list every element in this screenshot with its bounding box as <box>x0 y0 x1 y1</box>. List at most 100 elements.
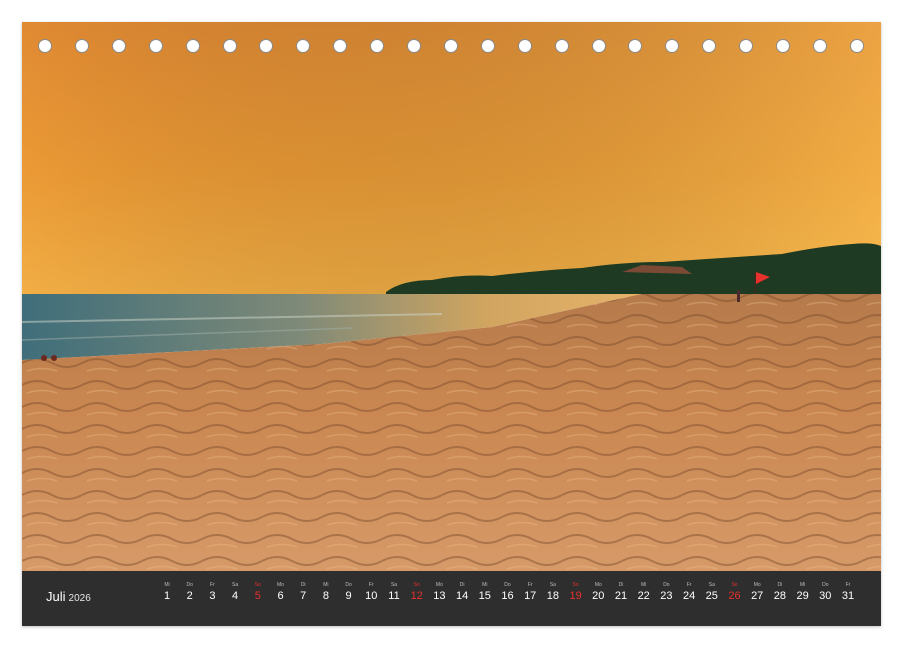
binding-hole <box>296 39 311 53</box>
day-cell: Do 2 <box>179 581 201 603</box>
day-cell: Mi 22 <box>633 581 655 603</box>
day-number: 24 <box>682 590 696 602</box>
binding-hole <box>222 39 237 53</box>
day-number: 14 <box>455 590 469 602</box>
day-number: 25 <box>705 590 718 602</box>
day-number: 2 <box>186 590 193 602</box>
day-number: 5 <box>254 590 261 602</box>
weekday-label: Di <box>459 582 465 588</box>
day-number: 31 <box>841 590 855 602</box>
binding-hole <box>38 39 52 53</box>
day-cell: Do 23 <box>655 581 677 603</box>
binding-hole <box>739 39 754 53</box>
day-cell: Mo 6 <box>270 581 292 603</box>
weekday-label: So <box>572 582 579 588</box>
binding-hole <box>849 39 864 53</box>
binding-hole <box>702 39 717 53</box>
day-cell: Sa 25 <box>701 581 723 603</box>
day-cell: Fr 17 <box>519 581 541 603</box>
weekday-label: So <box>731 582 738 588</box>
day-number: 18 <box>546 590 560 602</box>
day-number: 15 <box>478 590 491 602</box>
weekday-label: Mi <box>799 582 806 588</box>
binding-hole <box>74 39 89 53</box>
weekday-label: Fr <box>368 582 374 588</box>
weekday-label: Sa <box>232 582 239 588</box>
day-number: 28 <box>773 590 787 602</box>
weekday-label: Mo <box>753 582 761 588</box>
day-cell: Fr 24 <box>678 581 700 603</box>
weekday-label: Mi <box>482 582 488 588</box>
binding-hole <box>370 39 385 53</box>
day-number: 27 <box>751 590 764 602</box>
day-number: 7 <box>300 590 307 602</box>
weekday-label: Do <box>663 582 670 588</box>
day-number: 11 <box>388 590 400 602</box>
day-cell: Mi 8 <box>315 581 337 603</box>
weekday-label: Sa <box>708 582 715 588</box>
weekday-label: Do <box>822 582 829 588</box>
day-number: 4 <box>232 590 239 602</box>
day-cell: Di 28 <box>769 581 791 603</box>
day-number: 29 <box>796 590 809 602</box>
weekday-label: Di <box>777 582 783 588</box>
binding-hole <box>480 39 495 53</box>
calendar-strip: Juli 2026 Mi 1 Do 2 Fr 3 Sa 4 So 5 Mo 6 Di 7 Mi 8 Do 9 Fr 10… <box>22 571 881 626</box>
binding-hole <box>443 39 458 53</box>
day-number: 19 <box>569 590 582 602</box>
binding-hole <box>185 39 200 53</box>
day-cell: Di 14 <box>451 581 473 603</box>
binding-hole <box>407 39 421 53</box>
weekday-label: Mi <box>323 582 329 588</box>
day-cell: Fr 31 <box>837 581 859 603</box>
weekday-label: Mo <box>594 582 602 588</box>
day-number: 26 <box>728 590 741 602</box>
weekday-label: Fr <box>686 582 692 588</box>
day-number: 22 <box>637 590 650 602</box>
month-name: Juli <box>46 589 66 604</box>
weekday-label: Mi <box>641 582 647 588</box>
day-cell: Mo 13 <box>428 581 450 603</box>
day-cell: Di 21 <box>610 581 632 603</box>
day-number: 17 <box>524 590 537 602</box>
day-cell: Do 16 <box>497 581 519 603</box>
weekday-label: Do <box>345 582 352 588</box>
day-number: 10 <box>365 590 378 602</box>
day-cell: Sa 18 <box>542 581 564 603</box>
weekday-label: Sa <box>390 582 398 588</box>
day-cell: So 26 <box>724 581 746 603</box>
day-number: 20 <box>592 590 605 602</box>
weekday-label: Do <box>504 582 511 588</box>
day-cell: So 12 <box>406 581 428 603</box>
binding-hole <box>812 39 827 53</box>
weekday-label: So <box>413 582 420 588</box>
day-number: 8 <box>322 590 329 602</box>
day-cell: Di 7 <box>292 581 314 603</box>
binding-hole <box>554 39 569 53</box>
day-list: Mi 1 Do 2 Fr 3 Sa 4 So 5 Mo 6 Di 7 Mi 8 Do 9 Fr 10 Sa 11 So 12 M… <box>156 581 856 621</box>
binding-holes <box>22 39 881 55</box>
day-number: 6 <box>277 590 284 602</box>
binding-hole <box>259 39 274 53</box>
day-cell: Mo 27 <box>746 581 768 603</box>
day-cell: Mo 20 <box>587 581 609 603</box>
binding-hole <box>148 39 163 53</box>
beach-sunset-photo <box>22 22 881 571</box>
day-number: 21 <box>614 590 628 602</box>
month-label: Juli 2026 <box>46 589 91 604</box>
binding-hole <box>665 39 680 53</box>
weekday-label: Do <box>186 582 193 588</box>
binding-hole <box>111 39 126 53</box>
day-cell: Fr 10 <box>360 581 382 603</box>
day-number: 30 <box>819 590 832 602</box>
weekday-label: Mo <box>435 582 443 588</box>
day-number: 9 <box>345 590 352 602</box>
weekday-label: So <box>254 582 261 588</box>
day-cell: So 19 <box>565 581 587 603</box>
day-number: 12 <box>410 590 423 602</box>
weekday-label: Fr <box>210 582 215 588</box>
calendar-page: Juli 2026 Mi 1 Do 2 Fr 3 Sa 4 So 5 Mo 6 Di 7 Mi 8 Do 9 Fr 10… <box>22 22 881 626</box>
day-number: 3 <box>209 590 216 602</box>
binding-hole <box>628 39 643 53</box>
weekday-label: Mo <box>277 582 284 588</box>
